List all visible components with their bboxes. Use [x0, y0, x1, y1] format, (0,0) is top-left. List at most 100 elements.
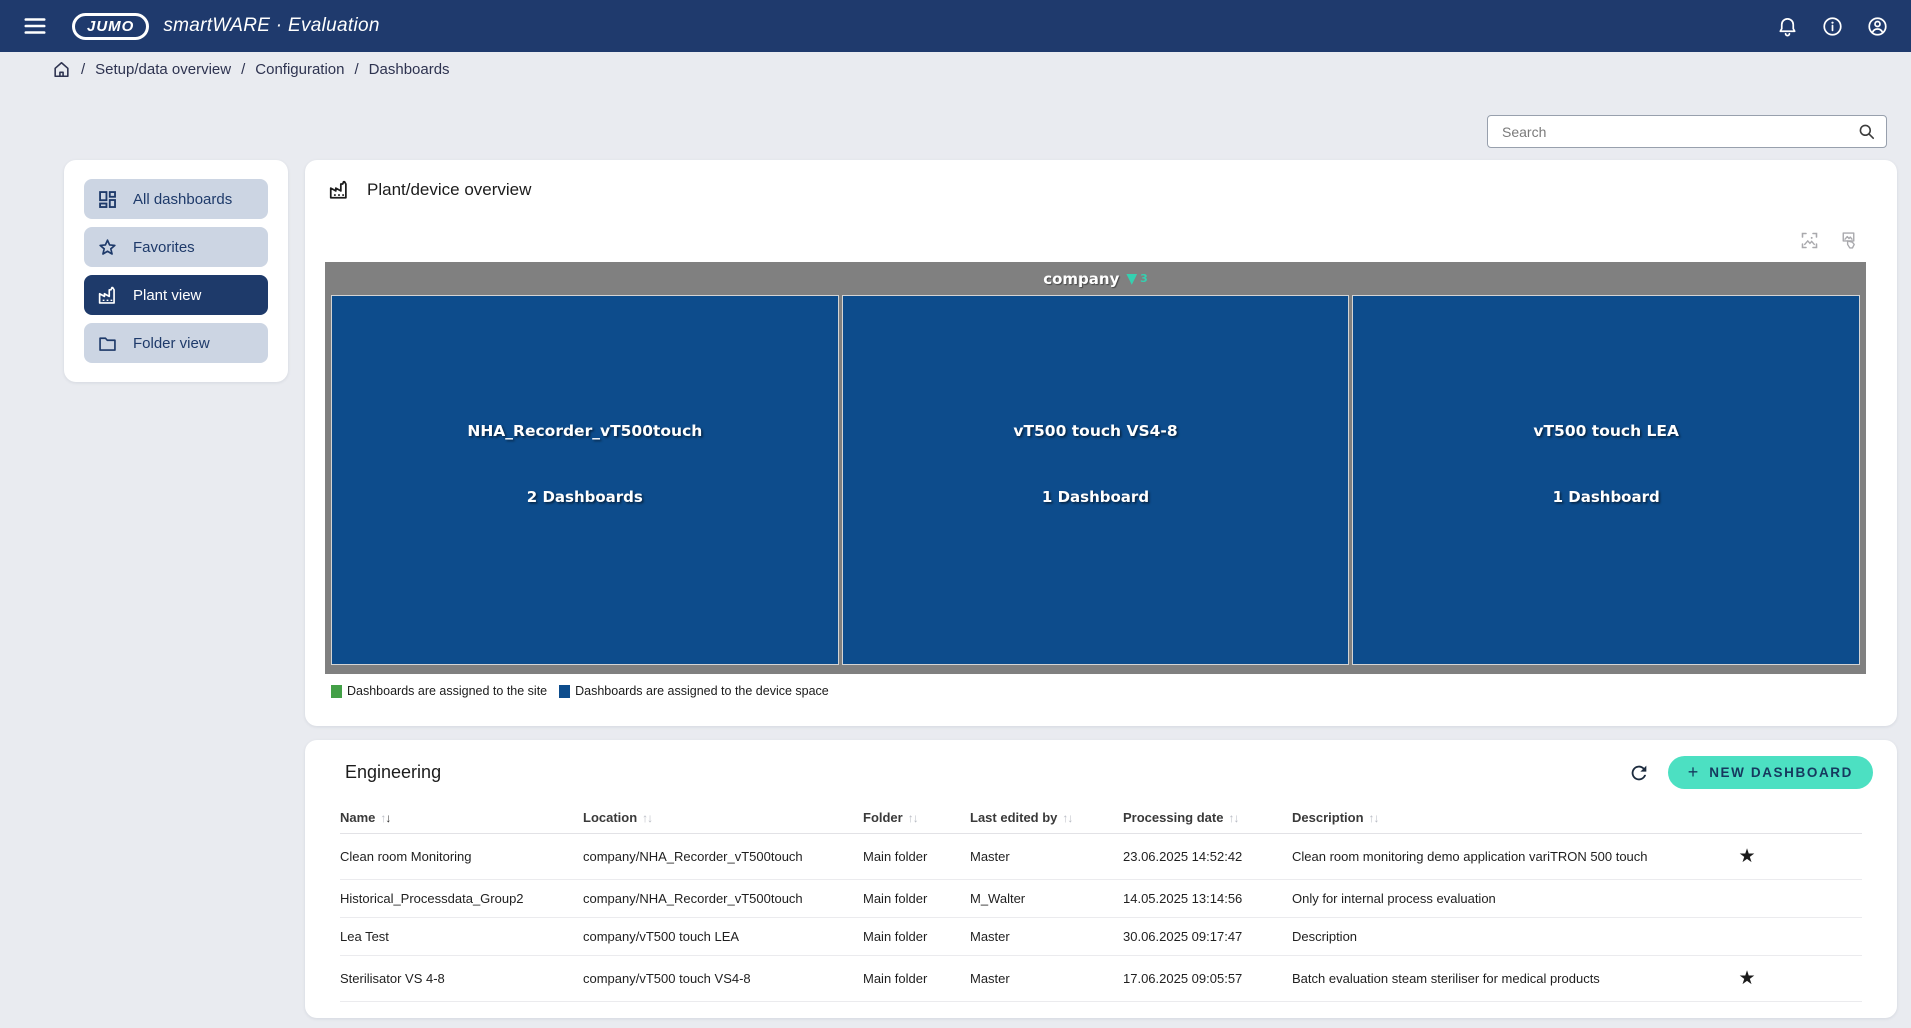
engineering-title: Engineering	[345, 762, 441, 783]
hamburger-menu-icon[interactable]	[22, 13, 48, 39]
breadcrumb-separator: /	[81, 61, 85, 78]
search-input[interactable]	[1502, 124, 1857, 140]
cell-last-edited-by: M_Walter	[970, 880, 1123, 918]
dashboard-grid-icon	[97, 189, 118, 210]
account-icon[interactable]	[1866, 15, 1889, 38]
table-row[interactable]: Sterilisator VS 4-8 company/vT500 touch …	[340, 956, 1862, 1002]
sidebar-item-all-dashboards[interactable]: All dashboards	[84, 179, 268, 219]
favorite-star-icon[interactable]	[1682, 918, 1812, 956]
search-icon[interactable]	[1857, 122, 1876, 141]
cell-description: Batch evaluation steam steriliser for me…	[1292, 956, 1682, 1002]
cell-processing-date: 17.06.2025 09:05:57	[1123, 956, 1292, 1002]
cell-description: Description	[1292, 918, 1682, 956]
folder-icon	[97, 333, 118, 354]
cell-name[interactable]: Historical_Processdata_Group2	[340, 880, 583, 918]
cell-spacer	[1812, 834, 1862, 880]
app-title: smartWARE · Evaluation	[163, 15, 379, 37]
cell-processing-date: 14.05.2025 13:14:56	[1123, 880, 1292, 918]
jumo-logo[interactable]: JUMO	[72, 13, 149, 40]
dashboards-table: Name ↑↓ Location ↑↓ Folder↑↓ Last edited b…	[340, 801, 1862, 1002]
cell-folder: Main folder	[863, 918, 970, 956]
column-header-favorite	[1682, 801, 1812, 834]
engineering-controls: + NEW DASHBOARD	[1628, 756, 1873, 789]
column-header-description[interactable]: Description↑↓	[1292, 801, 1682, 834]
cell-processing-date: 23.06.2025 14:52:42	[1123, 834, 1292, 880]
column-label: Name	[340, 810, 375, 825]
tree-node-company[interactable]: company ▼3	[331, 262, 1860, 295]
column-label: Processing date	[1123, 810, 1223, 825]
cell-folder: Main folder	[863, 956, 970, 1002]
table-row[interactable]: Lea Test company/vT500 touch LEA Main fo…	[340, 918, 1862, 956]
table-row[interactable]: Historical_Processdata_Group2 company/NH…	[340, 880, 1862, 918]
search-box	[1487, 115, 1887, 148]
table-header-row: Name ↑↓ Location ↑↓ Folder↑↓ Last edited b…	[340, 801, 1862, 834]
sidebar-item-favorites[interactable]: Favorites	[84, 227, 268, 267]
cell-location: company/vT500 touch VS4-8	[583, 956, 863, 1002]
plant-panel-header: Plant/device overview	[305, 160, 1897, 201]
legend-item-site: Dashboards are assigned to the site	[331, 684, 547, 698]
cell-location: company/vT500 touch LEA	[583, 918, 863, 956]
collapse-triangle-icon: ▼	[1126, 271, 1137, 287]
tree-toolbar	[1799, 230, 1859, 251]
sort-icons: ↑↓	[1062, 811, 1072, 825]
tree-legend: Dashboards are assigned to the site Dash…	[331, 684, 829, 698]
breadcrumb-separator: /	[241, 61, 245, 78]
engineering-panel: Engineering + NEW DASHBOARD Name ↑↓	[305, 740, 1897, 1018]
cell-folder: Main folder	[863, 880, 970, 918]
breadcrumb-item-setup-data-overview[interactable]: Setup/data overview	[95, 61, 231, 78]
sidebar-item-label: All dashboards	[133, 191, 232, 208]
column-label: Location	[583, 810, 637, 825]
device-name: NHA_Recorder_vT500touch	[467, 422, 702, 440]
legend-label: Dashboards are assigned to the device sp…	[575, 684, 829, 698]
star-outline-icon	[97, 237, 118, 258]
table-row[interactable]: Clean room Monitoring company/NHA_Record…	[340, 834, 1862, 880]
cell-spacer	[1812, 918, 1862, 956]
column-header-location[interactable]: Location ↑↓	[583, 801, 863, 834]
cell-name[interactable]: Sterilisator VS 4-8	[340, 956, 583, 1002]
factory-icon	[328, 179, 350, 201]
info-icon[interactable]	[1821, 15, 1844, 38]
cell-name[interactable]: Clean room Monitoring	[340, 834, 583, 880]
refresh-icon[interactable]	[1628, 762, 1650, 784]
sidebar-item-plant-view[interactable]: Plant view	[84, 275, 268, 315]
sidebar-item-folder-view[interactable]: Folder view	[84, 323, 268, 363]
pan-select-icon[interactable]	[1838, 230, 1859, 251]
plant-panel-title: Plant/device overview	[367, 180, 531, 200]
breadcrumb-separator: /	[355, 61, 359, 78]
column-header-processing-date[interactable]: Processing date↑↓	[1123, 801, 1292, 834]
favorite-star-icon[interactable]	[1682, 880, 1812, 918]
cell-last-edited-by: Master	[970, 956, 1123, 1002]
breadcrumb-item-configuration[interactable]: Configuration	[255, 61, 344, 78]
sidebar-item-label: Favorites	[133, 239, 195, 256]
breadcrumb-item-dashboards[interactable]: Dashboards	[369, 61, 450, 78]
device-dashboard-count: 1 Dashboard	[1042, 488, 1149, 506]
fit-image-icon[interactable]	[1799, 230, 1820, 251]
factory-icon	[97, 285, 118, 306]
cell-spacer	[1812, 880, 1862, 918]
top-navbar: JUMO smartWARE · Evaluation	[0, 0, 1911, 52]
column-header-last-edited-by[interactable]: Last edited by↑↓	[970, 801, 1123, 834]
sort-icons: ↑↓	[642, 811, 652, 825]
plus-icon: +	[1688, 762, 1699, 783]
view-sidebar: All dashboards Favorites Plant view Fold…	[64, 160, 288, 382]
legend-label: Dashboards are assigned to the site	[347, 684, 547, 698]
sort-icons: ↑↓	[380, 811, 390, 825]
device-card-nha-recorder[interactable]: NHA_Recorder_vT500touch 2 Dashboards	[331, 295, 839, 665]
cell-last-edited-by: Master	[970, 918, 1123, 956]
new-dashboard-button[interactable]: + NEW DASHBOARD	[1668, 756, 1873, 789]
sort-icons: ↑↓	[1369, 811, 1379, 825]
home-icon[interactable]	[52, 60, 71, 79]
device-card-vt500-vs4-8[interactable]: vT500 touch VS4-8 1 Dashboard	[842, 295, 1350, 665]
column-header-name[interactable]: Name ↑↓	[340, 801, 583, 834]
device-card-vt500-lea[interactable]: vT500 touch LEA 1 Dashboard	[1352, 295, 1860, 665]
column-header-folder[interactable]: Folder↑↓	[863, 801, 970, 834]
cell-last-edited-by: Master	[970, 834, 1123, 880]
favorite-star-icon[interactable]: ★	[1682, 834, 1812, 880]
column-header-spacer	[1812, 801, 1862, 834]
sort-icons: ↑↓	[908, 811, 918, 825]
device-name: vT500 touch VS4-8	[1013, 422, 1177, 440]
favorite-star-icon[interactable]: ★	[1682, 956, 1812, 1002]
breadcrumb: / Setup/data overview / Configuration / …	[0, 52, 1911, 86]
notifications-bell-icon[interactable]	[1776, 15, 1799, 38]
cell-name[interactable]: Lea Test	[340, 918, 583, 956]
